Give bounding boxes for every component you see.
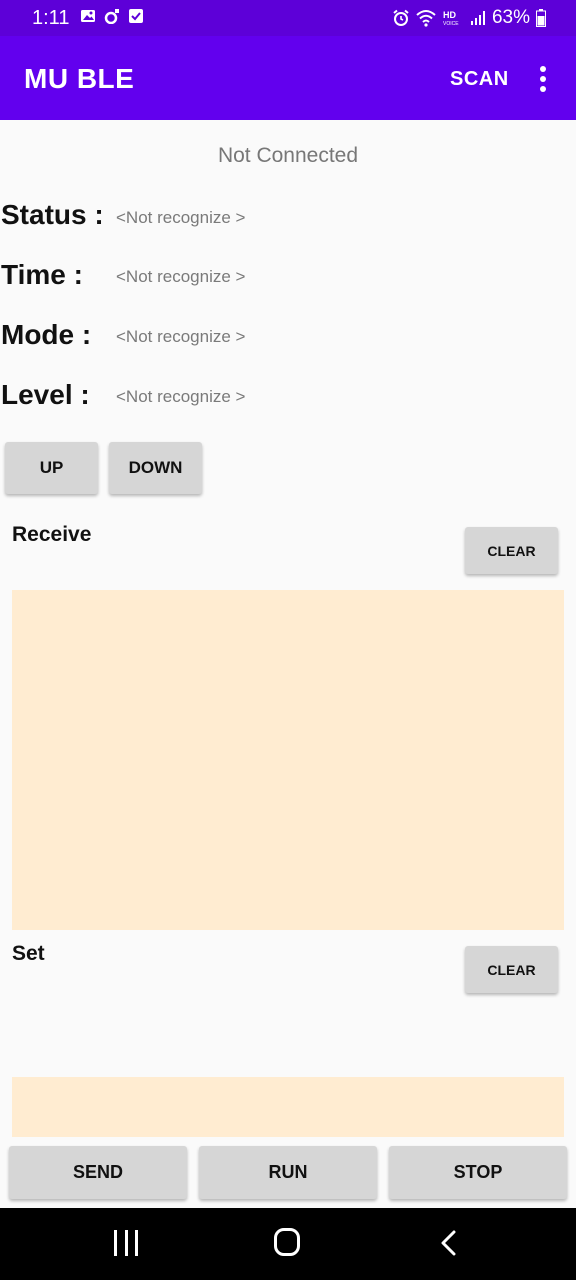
app-title: MU BLE [24, 63, 135, 94]
battery-percent: 63% [491, 7, 530, 28]
receive-text-area[interactable] [12, 590, 564, 930]
level-value: <Not recognize > [116, 387, 246, 406]
svg-text:VOICE: VOICE [443, 21, 459, 27]
send-button[interactable]: SEND [9, 1146, 187, 1199]
wifi-icon [416, 10, 436, 27]
hd-voice-icon: HDVOICE [443, 10, 459, 27]
mode-value: <Not recognize > [116, 327, 246, 346]
recents-icon[interactable] [114, 1230, 138, 1256]
scan-button[interactable]: SCAN [450, 68, 509, 91]
set-clear-button[interactable]: CLEAR [465, 946, 558, 993]
svg-text:HD: HD [443, 10, 456, 20]
stop-button[interactable]: STOP [389, 1146, 567, 1199]
connection-status: Not Connected [217, 144, 359, 167]
set-label: Set [12, 942, 45, 965]
status-value: <Not recognize > [116, 208, 246, 227]
mode-label: Mode : [1, 319, 92, 350]
notification-icons [80, 8, 144, 24]
time-label: Time : [1, 259, 83, 290]
time-value: <Not recognize > [116, 267, 246, 286]
receive-clear-button[interactable]: CLEAR [465, 527, 558, 574]
down-button[interactable]: DOWN [109, 442, 202, 494]
level-label: Level : [1, 379, 90, 410]
navigation-bar [0, 1208, 576, 1280]
app-bar: MU BLE SCAN [0, 36, 576, 120]
battery-icon [536, 9, 546, 27]
checkbox-icon [129, 9, 143, 23]
set-input-area[interactable] [12, 1077, 564, 1137]
alarm-icon [393, 9, 409, 26]
home-icon[interactable] [274, 1228, 300, 1256]
system-icons: HD VOICE 63% [392, 7, 546, 29]
status-label: Status : [1, 199, 104, 230]
run-button[interactable]: RUN [199, 1146, 377, 1199]
signal-icon [470, 11, 485, 25]
music-icon [104, 9, 119, 24]
up-button[interactable]: UP [5, 442, 98, 494]
back-icon[interactable] [436, 1230, 462, 1256]
status-bar: 1:11 HD VOICE 63% [0, 0, 576, 36]
status-time: 1:11 [32, 7, 70, 29]
more-vert-icon[interactable] [532, 66, 554, 92]
receive-label: Receive [12, 523, 92, 546]
gallery-icon [81, 10, 95, 22]
